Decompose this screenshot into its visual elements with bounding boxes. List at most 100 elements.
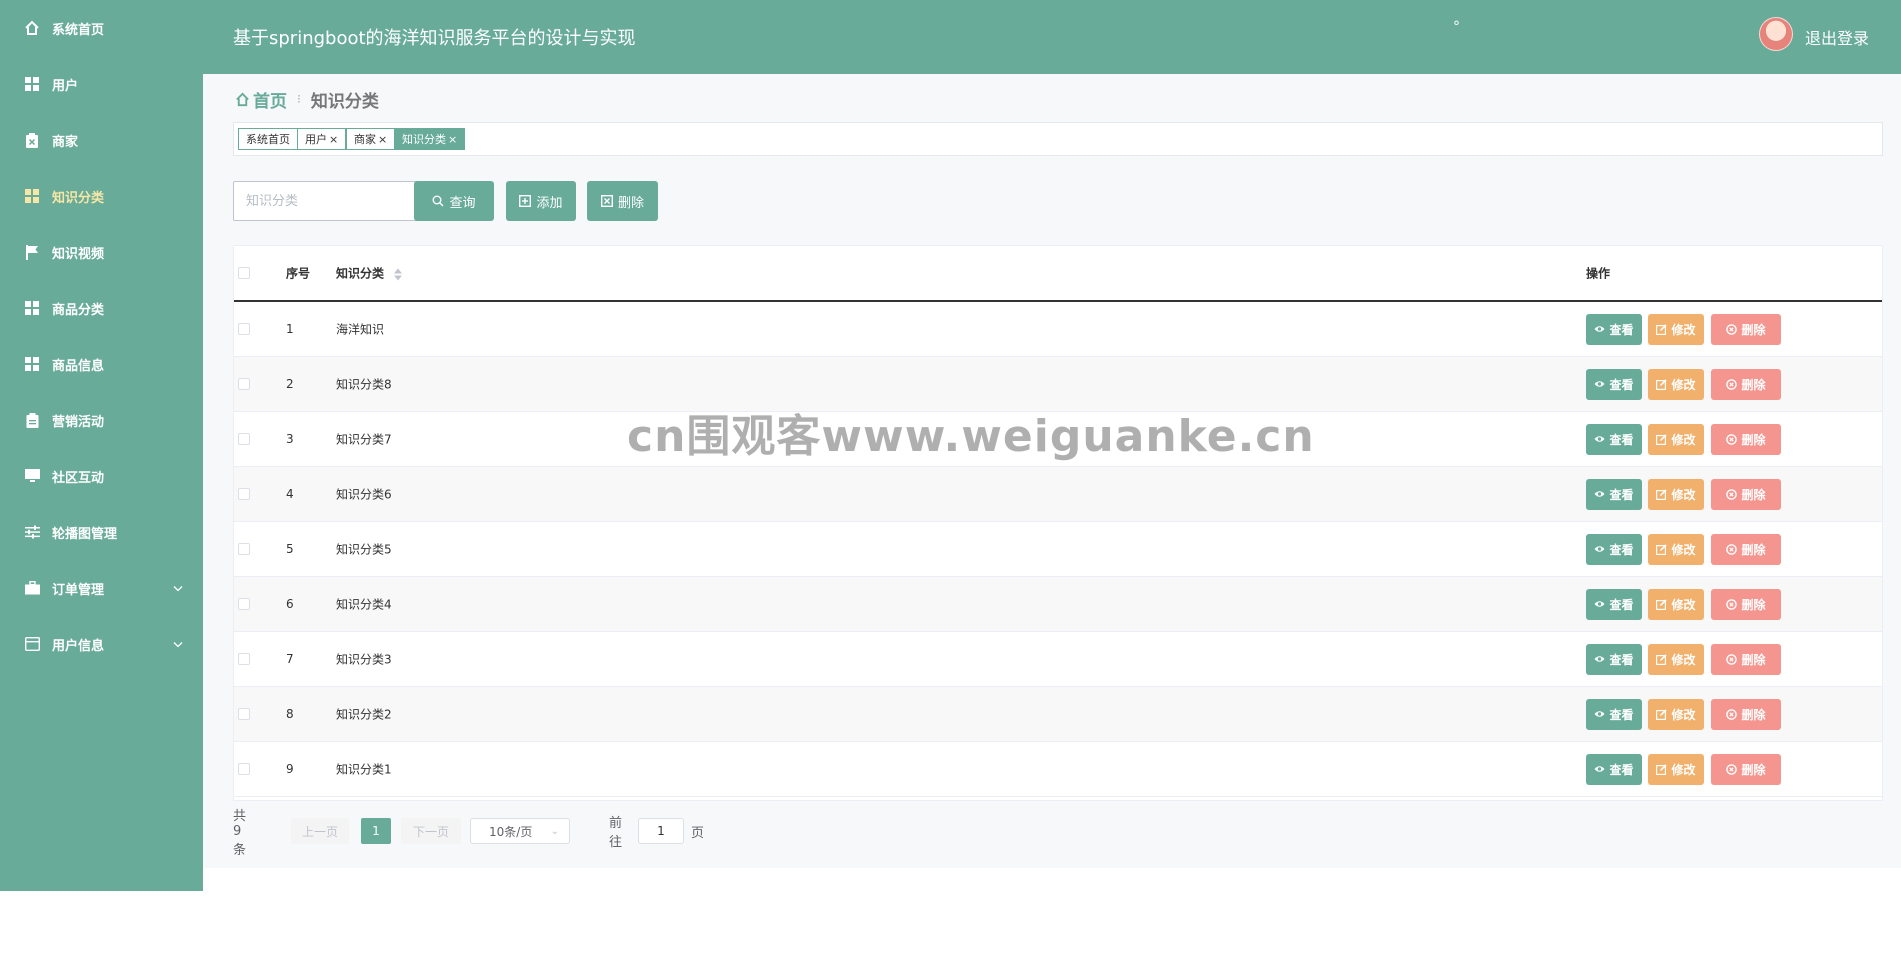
edit-button[interactable]: 修改 [1648, 753, 1704, 785]
sidebar-item-0[interactable]: 系统首页 [0, 0, 203, 56]
edit-button[interactable]: 修改 [1648, 698, 1704, 730]
delete-button[interactable]: 删除 [1711, 368, 1781, 400]
row-index: 5 [286, 542, 294, 556]
sidebar-item-7[interactable]: 营销活动 [0, 392, 203, 448]
column-header-name[interactable]: 知识分类 [336, 265, 403, 282]
select-all-checkbox[interactable] [238, 267, 250, 279]
delete-button[interactable]: 删除 [1711, 478, 1781, 510]
edit-icon [1656, 488, 1668, 500]
sidebar-item-5[interactable]: 商品分类 [0, 280, 203, 336]
row-checkbox[interactable] [238, 323, 250, 335]
edit-button[interactable]: 修改 [1648, 368, 1704, 400]
edit-button[interactable]: 修改 [1648, 588, 1704, 620]
row-checkbox[interactable] [238, 708, 250, 720]
row-checkbox[interactable] [238, 598, 250, 610]
view-button[interactable]: 查看 [1586, 313, 1642, 345]
edit-button-label: 修改 [1671, 597, 1696, 612]
delete-button[interactable]: 删除 [1711, 533, 1781, 565]
view-button[interactable]: 查看 [1586, 368, 1642, 400]
eye-icon [1594, 600, 1605, 608]
goto-page-input[interactable]: 1 [638, 818, 684, 844]
delete-button[interactable]: 删除 [1711, 753, 1781, 785]
tag-1[interactable]: 用户 × [297, 128, 347, 150]
plus-square-icon [519, 195, 532, 207]
sidebar-item-10[interactable]: 订单管理 [0, 560, 203, 616]
edit-button[interactable]: 修改 [1648, 643, 1704, 675]
query-button[interactable]: 查询 [414, 181, 494, 221]
row-name: 海洋知识 [336, 322, 385, 337]
sidebar-item-9[interactable]: 轮播图管理 [0, 504, 203, 560]
sidebar-item-3[interactable]: 知识分类 [0, 168, 203, 224]
edit-button[interactable]: 修改 [1648, 313, 1704, 345]
sidebar-item-1[interactable]: 用户 [0, 56, 203, 112]
view-button-label: 查看 [1609, 377, 1634, 392]
circle-x-icon [1726, 763, 1738, 775]
page-size-select[interactable]: 10条/页 ⌄ [470, 818, 570, 844]
sidebar-item-2[interactable]: 商家 [0, 112, 203, 168]
next-page-button[interactable]: 下一页 [401, 818, 461, 844]
edit-icon [1656, 763, 1668, 775]
tag-0[interactable]: 系统首页 [238, 128, 298, 150]
row-checkbox[interactable] [238, 378, 250, 390]
row-checkbox[interactable] [238, 763, 250, 775]
view-button[interactable]: 查看 [1586, 588, 1642, 620]
edit-button-label: 修改 [1671, 432, 1696, 447]
view-button-label: 查看 [1609, 652, 1634, 667]
edit-button[interactable]: 修改 [1648, 478, 1704, 510]
sidebar-item-label: 用户信息 [52, 638, 105, 654]
eye-icon [1594, 710, 1605, 718]
sort-caret-icon[interactable] [394, 268, 403, 280]
add-button[interactable]: 添加 [506, 181, 576, 221]
breadcrumb-home[interactable]: 首页 [235, 87, 287, 112]
view-button[interactable]: 查看 [1586, 643, 1642, 675]
close-icon[interactable]: × [448, 133, 457, 146]
edit-button[interactable]: 修改 [1648, 423, 1704, 455]
search-input[interactable] [233, 181, 443, 221]
view-button[interactable]: 查看 [1586, 533, 1642, 565]
tag-label: 用户 [305, 133, 327, 146]
page-number-1[interactable]: 1 [361, 818, 391, 844]
delete-button[interactable]: 删除 [1711, 423, 1781, 455]
sidebar-item-6[interactable]: 商品信息 [0, 336, 203, 392]
row-name: 知识分类3 [336, 652, 392, 667]
row-checkbox[interactable] [238, 433, 250, 445]
prev-page-button[interactable]: 上一页 [291, 818, 349, 844]
delete-button-label: 删除 [1741, 597, 1766, 612]
clipboard-icon [24, 412, 40, 428]
sidebar-item-8[interactable]: 社区互动 [0, 448, 203, 504]
edit-icon [1656, 433, 1668, 445]
table-row: 7 知识分类3 查看 修改 删除 [234, 632, 1882, 687]
close-icon[interactable]: × [378, 133, 387, 146]
close-icon[interactable]: × [329, 133, 338, 146]
eye-icon [1594, 545, 1605, 553]
view-button[interactable]: 查看 [1586, 478, 1642, 510]
sidebar-item-4[interactable]: 知识视频 [0, 224, 203, 280]
app-title: 基于springboot的海洋知识服务平台的设计与实现 [233, 28, 636, 49]
row-checkbox[interactable] [238, 488, 250, 500]
row-name: 知识分类4 [336, 597, 392, 612]
view-button[interactable]: 查看 [1586, 423, 1642, 455]
row-name: 知识分类8 [336, 377, 392, 392]
delete-button[interactable]: 删除 [1711, 698, 1781, 730]
delete-button[interactable]: 删除 [1711, 313, 1781, 345]
sidebar-item-label: 轮播图管理 [52, 526, 118, 542]
goto-label: 前往 [609, 816, 623, 850]
top-header: 基于springboot的海洋知识服务平台的设计与实现 ° 退出登录 [203, 0, 1901, 74]
delete-button-label: 删除 [1741, 762, 1766, 777]
delete-button[interactable]: 删除 [1711, 643, 1781, 675]
edit-button[interactable]: 修改 [1648, 533, 1704, 565]
logout-button[interactable]: 退出登录 [1805, 25, 1869, 49]
tag-2[interactable]: 商家 × [346, 128, 396, 150]
grid-icon [24, 76, 40, 92]
sidebar-item-11[interactable]: 用户信息 [0, 616, 203, 672]
delete-button[interactable]: 删除 [1711, 588, 1781, 620]
row-checkbox[interactable] [238, 653, 250, 665]
avatar[interactable] [1759, 17, 1793, 51]
batch-delete-button[interactable]: 删除 [587, 181, 658, 221]
row-checkbox[interactable] [238, 543, 250, 555]
view-button[interactable]: 查看 [1586, 753, 1642, 785]
tag-3[interactable]: 知识分类 × [394, 128, 466, 150]
edit-button-label: 修改 [1671, 707, 1696, 722]
row-index: 4 [286, 487, 294, 501]
view-button[interactable]: 查看 [1586, 698, 1642, 730]
